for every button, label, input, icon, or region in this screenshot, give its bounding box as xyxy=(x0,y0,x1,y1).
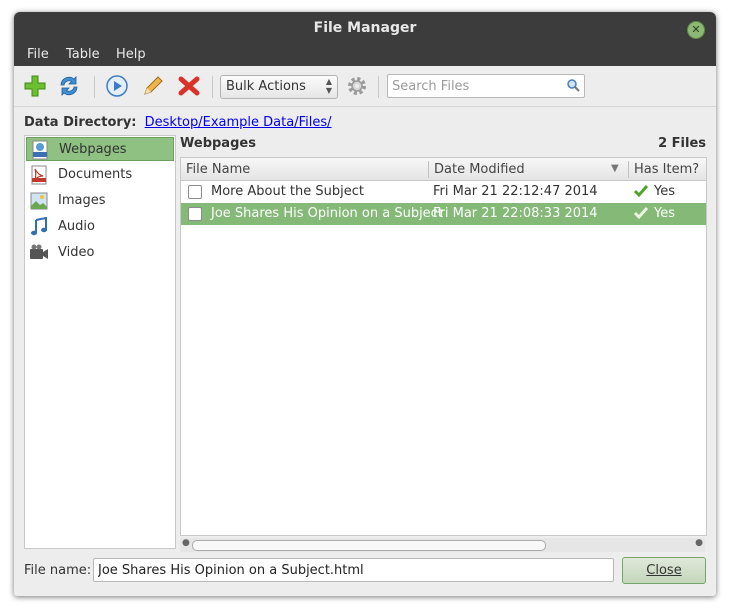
delete-icon[interactable] xyxy=(176,74,202,98)
file-name-cell: Joe Shares His Opinion on a Subject xyxy=(211,206,443,221)
html-file-icon xyxy=(30,140,50,160)
scroll-left-icon[interactable]: ● xyxy=(182,538,190,548)
sidebar-item-label: Webpages xyxy=(59,142,127,157)
bulk-actions-label: Bulk Actions xyxy=(226,79,306,94)
sidebar-item-audio[interactable]: Audio xyxy=(26,215,174,239)
sort-descending-icon[interactable]: ▼ xyxy=(611,163,619,174)
has-item-cell: Yes xyxy=(654,184,675,199)
sidebar-item-video[interactable]: Video xyxy=(26,241,174,265)
column-header-date-modified[interactable]: Date Modified xyxy=(434,162,525,177)
checkmark-icon xyxy=(633,183,649,203)
section-heading: Webpages xyxy=(180,136,256,151)
menu-file[interactable]: File xyxy=(27,47,49,62)
has-item-cell: Yes xyxy=(654,206,675,221)
search-box xyxy=(387,74,585,98)
menu-help[interactable]: Help xyxy=(116,47,146,62)
table-row-selected[interactable]: Joe Shares His Opinion on a Subject Fri … xyxy=(181,203,706,225)
menu-table[interactable]: Table xyxy=(66,47,100,62)
column-divider[interactable] xyxy=(428,161,429,178)
music-note-icon xyxy=(29,216,49,237)
file-count: 2 Files xyxy=(658,136,706,151)
search-input[interactable] xyxy=(392,77,560,95)
menu-bar: File Table Help xyxy=(14,44,716,66)
category-sidebar: Webpages Documents Images Audio Video xyxy=(24,135,176,549)
column-header-has-item[interactable]: Has Item? xyxy=(634,162,699,177)
image-file-icon xyxy=(29,191,49,211)
column-header-file-name[interactable]: File Name xyxy=(186,162,250,177)
sidebar-item-label: Video xyxy=(58,245,95,260)
table-row[interactable]: More About the Subject Fri Mar 21 22:12:… xyxy=(181,181,706,203)
file-manager-window: File Manager ✕ File Table Help Bulk Acti… xyxy=(14,12,716,596)
refresh-icon[interactable] xyxy=(56,74,82,98)
row-checkbox[interactable] xyxy=(188,185,202,199)
bulk-actions-select[interactable]: Bulk Actions ▲ ▼ xyxy=(220,75,338,99)
column-divider[interactable] xyxy=(628,161,629,178)
file-name-label: File name: xyxy=(24,563,92,578)
date-modified-cell: Fri Mar 21 22:12:47 2014 xyxy=(433,184,598,199)
data-directory: Data Directory: Desktop/Example Data/Fil… xyxy=(24,115,332,130)
toolbar: Bulk Actions ▲ ▼ xyxy=(14,66,716,107)
horizontal-scrollbar[interactable]: ● ● xyxy=(180,538,705,552)
file-table: File Name Date Modified ▼ Has Item? More… xyxy=(180,157,707,536)
row-checkbox[interactable] xyxy=(188,207,202,221)
checkmark-icon xyxy=(633,205,649,225)
video-camera-icon xyxy=(29,243,49,263)
play-icon[interactable] xyxy=(104,74,130,98)
sidebar-item-documents[interactable]: Documents xyxy=(26,163,174,187)
add-icon[interactable] xyxy=(22,74,48,98)
toolbar-separator xyxy=(212,76,213,98)
close-button-label: Close xyxy=(646,563,682,578)
file-name-cell: More About the Subject xyxy=(211,184,364,199)
data-directory-link[interactable]: Desktop/Example Data/Files/ xyxy=(145,115,332,130)
spin-arrows-icon: ▲ ▼ xyxy=(325,77,332,95)
sidebar-item-label: Images xyxy=(58,193,106,208)
sidebar-item-label: Documents xyxy=(58,167,133,182)
edit-pencil-icon[interactable] xyxy=(140,74,166,98)
file-name-input[interactable] xyxy=(98,561,603,579)
sidebar-item-label: Audio xyxy=(58,219,95,234)
window-title: File Manager xyxy=(313,20,417,36)
data-directory-label: Data Directory: xyxy=(24,115,137,130)
table-header: File Name Date Modified ▼ Has Item? xyxy=(181,158,706,181)
sidebar-item-webpages[interactable]: Webpages xyxy=(26,137,174,161)
scroll-right-icon[interactable]: ● xyxy=(695,538,703,548)
sidebar-item-images[interactable]: Images xyxy=(26,189,174,213)
scrollbar-thumb[interactable] xyxy=(192,540,546,551)
title-bar[interactable]: File Manager ✕ xyxy=(14,12,716,44)
date-modified-cell: Fri Mar 21 22:08:33 2014 xyxy=(433,206,598,221)
window-close-icon[interactable]: ✕ xyxy=(687,21,705,39)
settings-gear-icon[interactable] xyxy=(344,74,370,98)
pdf-file-icon xyxy=(29,165,49,185)
file-name-field xyxy=(93,558,614,582)
close-button[interactable]: Close xyxy=(622,557,706,584)
toolbar-separator xyxy=(378,76,379,98)
toolbar-separator xyxy=(94,76,95,98)
search-icon[interactable] xyxy=(566,78,580,96)
